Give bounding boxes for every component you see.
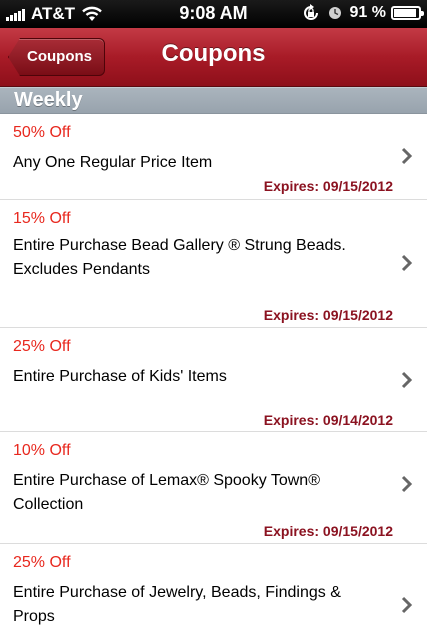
chevron-right-icon	[401, 371, 413, 389]
coupon-expiry: Expires: 09/15/2012	[263, 523, 393, 539]
coupon-discount: 15% Off	[13, 210, 71, 227]
chevron-right-icon	[401, 147, 413, 165]
coupon-expiry: Expires: 09/14/2012	[263, 412, 393, 428]
coupon-description: Entire Purchase of Lemax® Spooky Town® C…	[13, 472, 320, 513]
navigation-bar: Coupons Coupons	[0, 28, 427, 87]
page-title: Coupons	[161, 40, 266, 67]
clock-icon	[328, 7, 341, 19]
list-item[interactable]: 25% Off Entire Purchase of Kids' Items E…	[0, 328, 427, 432]
battery-icon	[391, 6, 424, 20]
status-bar: AT&T 9:08 AM 91 %	[0, 0, 427, 28]
list-item[interactable]: 50% Off Any One Regular Price Item Expir…	[0, 114, 427, 200]
battery-percent: 91 %	[349, 4, 386, 21]
coupon-discount: 10% Off	[13, 442, 71, 459]
rotation-lock-icon	[303, 4, 318, 20]
coupon-description: Entire Purchase of Kids' Items	[13, 368, 227, 385]
coupon-description: Any One Regular Price Item	[13, 154, 213, 171]
status-right: 91 %	[302, 4, 424, 22]
list-item[interactable]: 15% Off Entire Purchase Bead Gallery ® S…	[0, 200, 427, 328]
coupon-expiry: Expires: 09/15/2012	[263, 178, 393, 194]
coupon-discount: 50% Off	[13, 124, 71, 141]
coupon-description: Entire Purchase Bead Gallery ® Strung Be…	[13, 237, 346, 278]
coupon-expiry: Expires: 09/15/2012	[263, 307, 393, 323]
chevron-right-icon	[401, 596, 413, 614]
coupon-description: Entire Purchase of Jewelry, Beads, Findi…	[13, 584, 341, 625]
coupon-list: 50% Off Any One Regular Price Item Expir…	[0, 114, 427, 644]
chevron-right-icon	[401, 475, 413, 493]
section-header: Weekly	[0, 87, 427, 114]
list-item[interactable]: 10% Off Entire Purchase of Lemax® Spooky…	[0, 432, 427, 544]
coupon-discount: 25% Off	[13, 554, 71, 571]
coupon-discount: 25% Off	[13, 338, 71, 355]
battery-fill	[394, 9, 416, 17]
list-item[interactable]: 25% Off Entire Purchase of Jewelry, Bead…	[0, 544, 427, 644]
chevron-right-icon	[401, 254, 413, 272]
